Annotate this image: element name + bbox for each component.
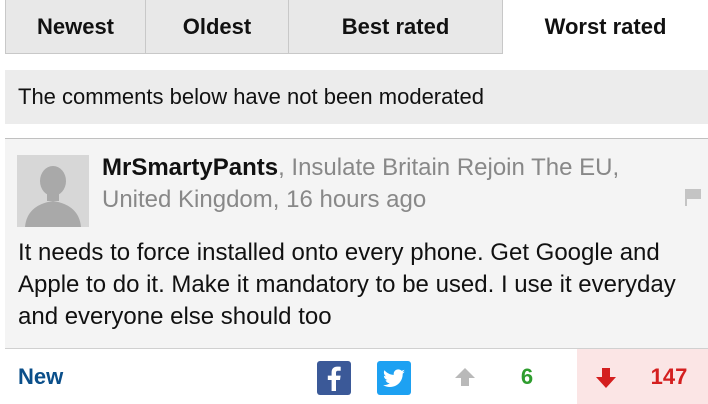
arrow-down-icon <box>596 368 616 388</box>
comment-author-name[interactable]: MrSmartyPants <box>102 154 278 181</box>
tab-newest[interactable]: Newest <box>5 0 146 54</box>
default-avatar-silhouette-icon <box>17 155 89 227</box>
downvote-button[interactable]: 147 <box>577 349 708 404</box>
comment-card: MrSmartyPants, Insulate Britain Rejoin T… <box>5 138 708 404</box>
twitter-icon <box>383 369 405 387</box>
tab-worst-rated[interactable]: Worst rated <box>503 0 708 54</box>
comment-author-line: MrSmartyPants, Insulate Britain Rejoin T… <box>102 152 682 216</box>
upvote-count: 6 <box>520 363 534 389</box>
new-link[interactable]: New <box>18 349 63 404</box>
upvote-button[interactable]: 6 <box>445 349 577 404</box>
facebook-share-button[interactable] <box>317 361 351 395</box>
downvote-count: 147 <box>650 363 688 389</box>
comment-body: It needs to force installed onto every p… <box>18 239 676 330</box>
twitter-share-button[interactable] <box>377 361 411 395</box>
facebook-icon <box>327 366 341 391</box>
tab-best-rated[interactable]: Best rated <box>289 0 503 54</box>
moderation-notice-text: The comments below have not been moderat… <box>18 84 484 109</box>
tab-oldest[interactable]: Oldest <box>146 0 289 54</box>
arrow-up-icon <box>455 368 475 386</box>
avatar[interactable] <box>17 155 89 227</box>
comment-sort-tabs: Newest Oldest Best rated Worst rated <box>5 0 708 54</box>
comment-actions: New 6 147 <box>5 348 708 404</box>
moderation-notice: The comments below have not been moderat… <box>5 70 708 124</box>
flag-icon[interactable] <box>683 187 703 207</box>
